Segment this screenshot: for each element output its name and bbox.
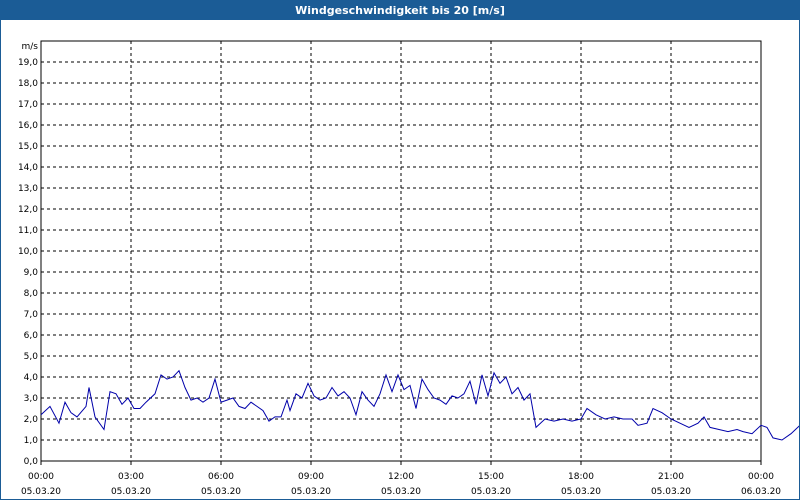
x-tick-date-label: 05.03.20 xyxy=(651,487,691,497)
x-tick-time-label: 15:00 xyxy=(478,472,504,482)
x-tick-time-label: 18:00 xyxy=(568,472,594,482)
y-tick-label: 1,0 xyxy=(24,436,39,446)
y-tick-label: 18,0 xyxy=(18,79,38,89)
x-tick-date-label: 05.03.20 xyxy=(291,487,331,497)
x-tick-date-label: 05.03.20 xyxy=(471,487,511,497)
x-tick-date-label: 05.03.20 xyxy=(561,487,601,497)
y-tick-label: 7,0 xyxy=(24,310,39,320)
x-tick-time-label: 12:00 xyxy=(388,472,414,482)
x-tick-date-label: 05.03.20 xyxy=(381,487,421,497)
y-tick-label: 14,0 xyxy=(18,163,38,173)
x-tick-time-label: 21:00 xyxy=(658,472,684,482)
y-tick-label: 16,0 xyxy=(18,121,38,131)
y-axis-label: m/s xyxy=(22,42,39,52)
y-tick-label: 13,0 xyxy=(18,184,38,194)
y-tick-label: 6,0 xyxy=(24,331,39,341)
y-tick-label: 19,0 xyxy=(18,58,38,68)
chart-window: Windgeschwindigkeit bis 20 [m/s] 0,0 1,0 2… xyxy=(0,0,800,500)
x-tick-time-label: 03:00 xyxy=(118,472,144,482)
x-tick-time-label: 00:00 xyxy=(748,472,774,482)
wind-speed-chart: 0,0 1,0 2,0 3,0 4,0 5,0 6,0 7,0 8,0 9,0 10,0 11,0 12… xyxy=(18,40,799,497)
y-tick-label: 9,0 xyxy=(24,268,39,278)
y-tick-label: 11,0 xyxy=(18,226,38,236)
x-tick-date-label: 05.03.20 xyxy=(111,487,151,497)
y-tick-label: 0,0 xyxy=(24,457,39,467)
window-title: Windgeschwindigkeit bis 20 [m/s] xyxy=(1,1,799,20)
x-tick-date-label: 06.03.20 xyxy=(741,487,781,497)
x-tick-date-label: 05.03.20 xyxy=(201,487,241,497)
y-tick-label: 4,0 xyxy=(24,373,39,383)
y-tick-label: 12,0 xyxy=(18,205,38,215)
y-tick-label: 3,0 xyxy=(24,394,39,404)
y-tick-label: 8,0 xyxy=(24,289,39,299)
x-tick-time-label: 00:00 xyxy=(28,472,54,482)
x-tick-date-label: 05.03.20 xyxy=(21,487,61,497)
y-tick-label: 5,0 xyxy=(24,352,39,362)
x-tick-time-label: 06:00 xyxy=(208,472,234,482)
y-tick-label: 15,0 xyxy=(18,142,38,152)
wind-speed-series-line xyxy=(40,369,799,441)
y-tick-label: 10,0 xyxy=(18,247,38,257)
x-tick-time-label: 09:00 xyxy=(298,472,324,482)
y-tick-label: 2,0 xyxy=(24,415,39,425)
y-tick-label: 17,0 xyxy=(18,100,38,110)
